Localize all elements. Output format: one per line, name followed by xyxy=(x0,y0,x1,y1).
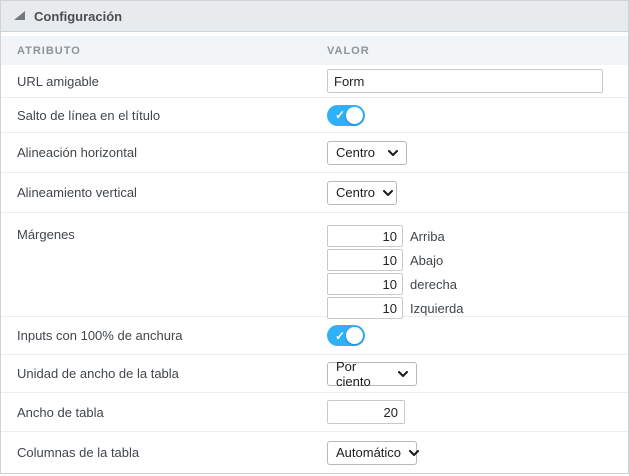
inputs-100-toggle[interactable]: ✓ xyxy=(327,325,365,346)
alineamiento-vertical-select[interactable]: Centro xyxy=(327,180,397,205)
columnas-tabla-select[interactable]: Automático xyxy=(327,440,420,465)
row-alineamiento-vertical: Alineamiento vertical Centro xyxy=(1,173,628,213)
row-alineacion-horizontal: Alineación horizontal Centro xyxy=(1,133,628,173)
ancho-tabla-label: Ancho de tabla xyxy=(17,404,104,420)
margin-bottom-row: Abajo xyxy=(327,249,463,271)
alineacion-horizontal-select[interactable]: Centro xyxy=(327,140,407,165)
check-icon: ✓ xyxy=(335,328,346,343)
margin-right-input[interactable] xyxy=(327,273,403,295)
configuration-panel: Configuración ATRIBUTO VALOR URL amigabl… xyxy=(0,0,629,474)
value-column-header: VALOR xyxy=(327,44,370,57)
margin-top-input[interactable] xyxy=(327,225,403,247)
url-amigable-input[interactable] xyxy=(327,69,603,93)
margin-left-row: Izquierda xyxy=(327,297,463,319)
row-inputs-100: Inputs con 100% de anchura ✓ xyxy=(1,317,628,355)
toggle-knob xyxy=(346,106,363,124)
collapse-triangle-icon[interactable] xyxy=(14,10,25,20)
row-url-amigable: URL amigable xyxy=(1,65,628,98)
unidad-ancho-select[interactable]: Por ciento xyxy=(327,358,417,389)
toggle-knob xyxy=(346,327,363,344)
chevron-down-icon xyxy=(383,189,394,196)
row-salto-linea: Salto de línea en el título ✓ xyxy=(1,98,628,133)
check-icon: ✓ xyxy=(335,107,346,122)
section-titlebar[interactable]: Configuración xyxy=(1,1,628,32)
columnas-tabla-selected: Automático xyxy=(336,445,402,460)
columnas-tabla-label: Columnas de la tabla xyxy=(17,445,140,460)
margin-bottom-label: Abajo xyxy=(410,252,444,268)
ancho-tabla-input[interactable] xyxy=(327,400,405,424)
chevron-down-icon xyxy=(388,149,398,156)
row-unidad-ancho: Unidad de ancho de la tabla Por ciento xyxy=(1,355,628,393)
margin-right-row: derecha xyxy=(327,273,463,295)
attribute-column-header: ATRIBUTO xyxy=(17,44,81,57)
margin-left-input[interactable] xyxy=(327,297,403,319)
unidad-ancho-label: Unidad de ancho de la tabla xyxy=(17,366,179,381)
alineacion-horizontal-selected: Centro xyxy=(336,145,376,160)
margin-top-row: Arriba xyxy=(327,225,463,247)
margin-right-label: derecha xyxy=(410,276,457,292)
margin-top-label: Arriba xyxy=(410,228,445,244)
salto-linea-toggle[interactable]: ✓ xyxy=(327,104,365,126)
salto-linea-label: Salto de línea en el título xyxy=(17,107,161,123)
alineamiento-vertical-label: Alineamiento vertical xyxy=(17,185,137,200)
chevron-down-icon xyxy=(398,370,408,377)
inputs-100-label: Inputs con 100% de anchura xyxy=(17,328,183,343)
url-amigable-label: URL amigable xyxy=(17,73,99,89)
alineamiento-vertical-selected: Centro xyxy=(336,185,376,200)
row-columnas-tabla: Columnas de la tabla Automático xyxy=(1,432,628,473)
unidad-ancho-selected: Por ciento xyxy=(336,358,371,389)
alineacion-horizontal-label: Alineación horizontal xyxy=(17,145,137,160)
row-ancho-tabla: Ancho de tabla xyxy=(1,393,628,432)
row-margenes: Márgenes Arriba Abajo derecha Izquierda xyxy=(1,213,628,319)
table-header-row: ATRIBUTO VALOR xyxy=(1,36,628,65)
margin-bottom-input[interactable] xyxy=(327,249,403,271)
chevron-down-icon xyxy=(409,449,420,456)
margenes-label: Márgenes xyxy=(17,227,75,242)
section-title: Configuración xyxy=(34,8,123,24)
margin-left-label: Izquierda xyxy=(410,300,464,316)
